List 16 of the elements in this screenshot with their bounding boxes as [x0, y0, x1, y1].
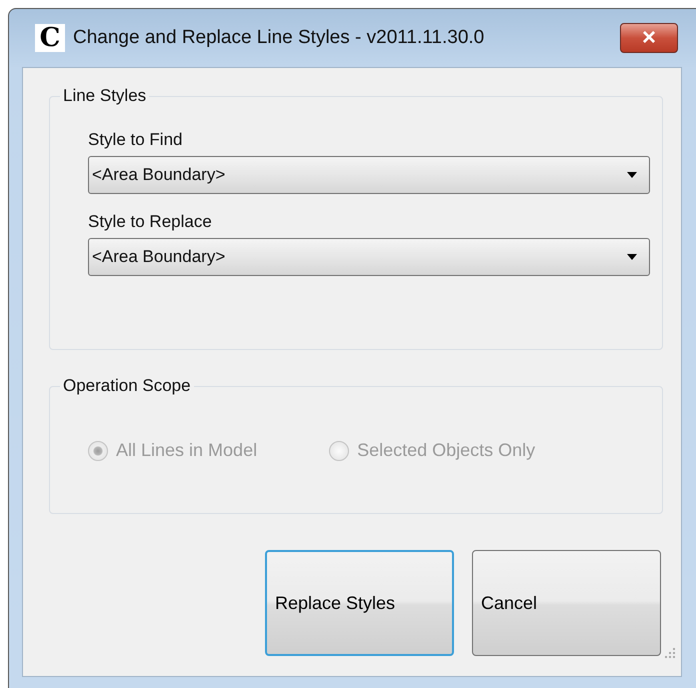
- style-dropdown[interactable]: <Area Boundary>: [88, 156, 650, 194]
- radio-label: Selected Objects Only: [357, 440, 536, 461]
- resize-grip-icon: [665, 648, 675, 658]
- caret-icon: [627, 254, 637, 260]
- group-title: Line Styles: [62, 86, 148, 106]
- field-label: Style to Find: [88, 130, 184, 150]
- radio-label: All Lines in Model: [116, 440, 258, 461]
- dialog-button[interactable]: Replace Styles: [265, 550, 454, 656]
- group-title: Operation Scope: [62, 376, 192, 396]
- style-dropdown[interactable]: <Area Boundary>: [88, 238, 650, 276]
- caret-icon: [627, 172, 637, 178]
- close-button[interactable]: ×: [620, 23, 678, 53]
- app-logo: C: [35, 24, 65, 52]
- field-label: Style to Replace: [88, 212, 213, 232]
- window-title: Change and Replace Line Styles - v2011.11.30.0: [73, 27, 486, 49]
- dialog-button[interactable]: Cancel: [472, 550, 661, 656]
